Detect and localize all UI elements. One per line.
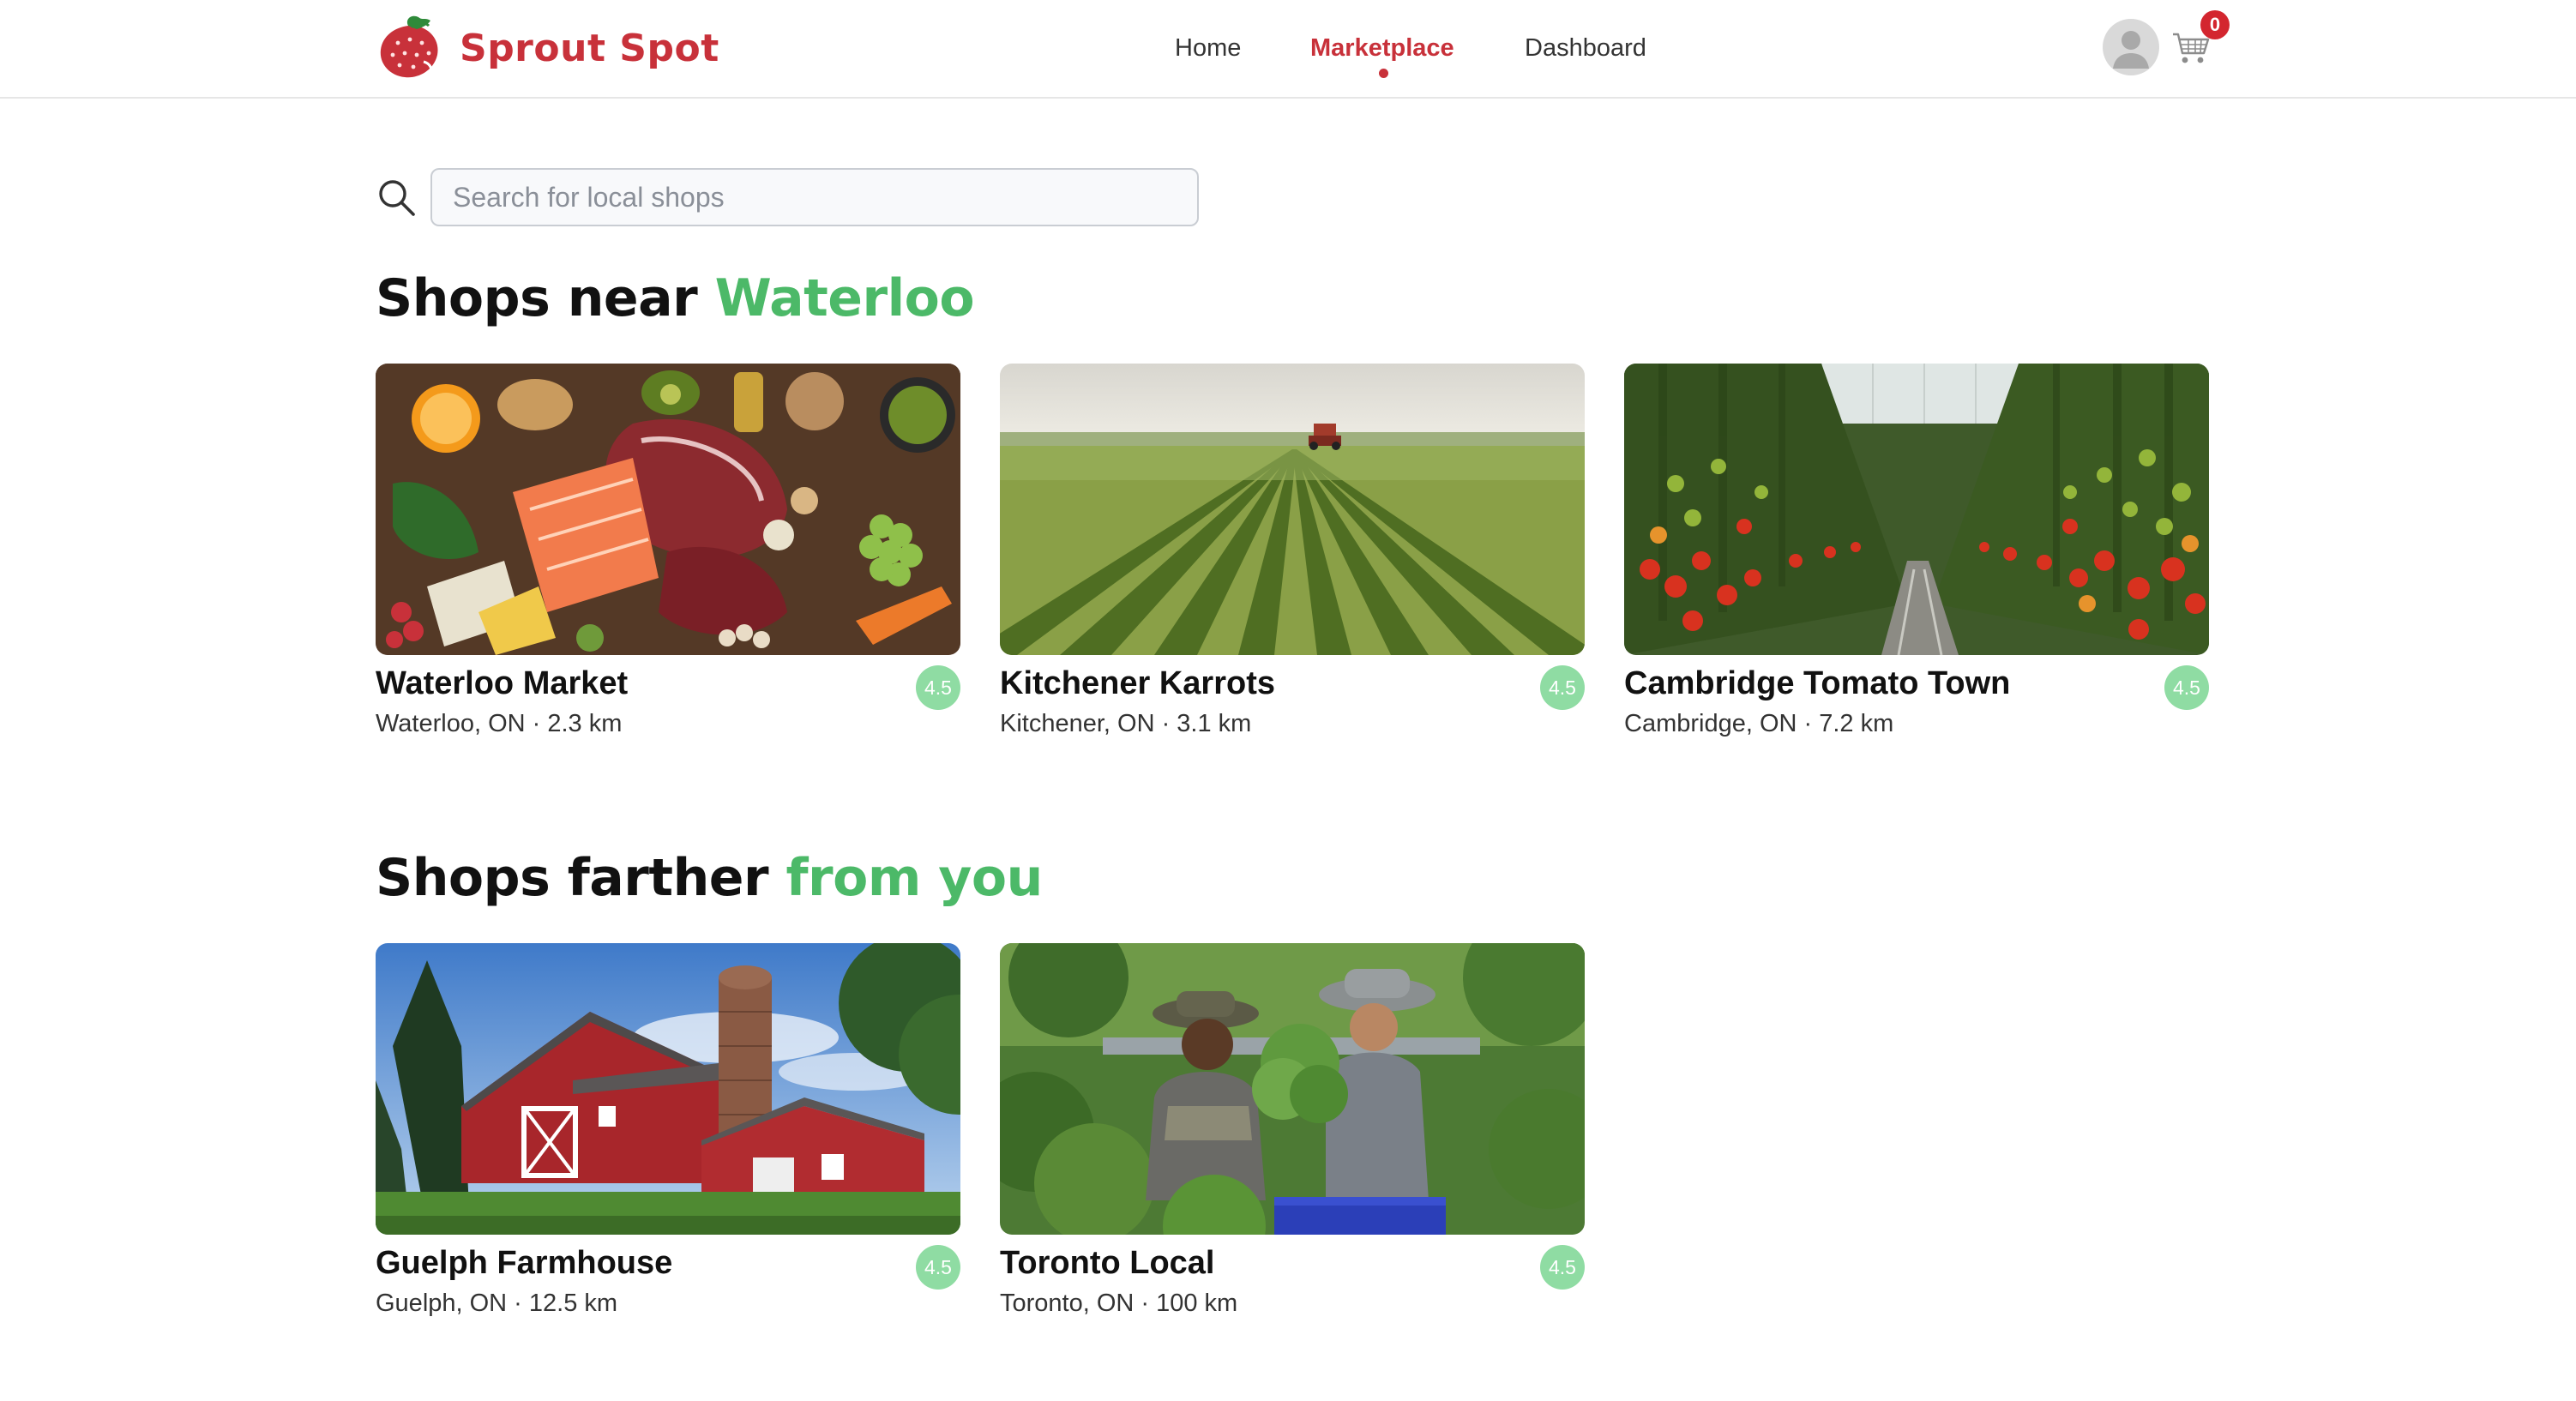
nav-dashboard[interactable]: Dashboard <box>1525 31 1646 65</box>
shop-location: Kitchener, ON · 3.1 km <box>1000 710 1252 737</box>
shop-name: Toronto Local <box>1000 1245 1215 1281</box>
nav-marketplace[interactable]: Marketplace <box>1310 31 1454 65</box>
cart-count-badge: 0 <box>2200 10 2230 39</box>
section-title-near: Shops near Waterloo <box>376 264 975 333</box>
section-title-prefix: Shops farther <box>376 848 769 908</box>
rating-badge: 4.5 <box>1540 1245 1585 1290</box>
shop-image-gardeners-harvest <box>1000 943 1585 1235</box>
rating-badge: 4.5 <box>1540 665 1585 710</box>
search-input[interactable] <box>430 168 1199 226</box>
shop-name: Cambridge Tomato Town <box>1624 665 2011 701</box>
section-title-highlight: from you <box>785 848 1043 908</box>
shop-image-tomato-greenhouse <box>1624 364 2209 655</box>
shop-image-crop-field-tractor <box>1000 364 1585 655</box>
shop-image-grocery-spread <box>376 364 960 655</box>
shop-card[interactable]: Guelph Farmhouse Guelph, ON · 12.5 km 4.… <box>376 943 960 1355</box>
shop-card[interactable]: Waterloo Market Waterloo, ON · 2.3 km 4.… <box>376 364 960 775</box>
shop-location: Guelph, ON · 12.5 km <box>376 1290 618 1317</box>
shop-card[interactable]: Kitchener Karrots Kitchener, ON · 3.1 km… <box>1000 364 1585 775</box>
nav-home[interactable]: Home <box>1175 31 1241 65</box>
shop-card[interactable]: Cambridge Tomato Town Cambridge, ON · 7.… <box>1624 364 2209 775</box>
shop-name: Guelph Farmhouse <box>376 1245 673 1281</box>
search-icon[interactable] <box>376 177 417 218</box>
top-navbar: Sprout Spot Home Marketplace Dashboard 0 <box>0 0 2576 99</box>
rating-badge: 4.5 <box>916 1245 960 1290</box>
shop-image-red-barn-silo <box>376 943 960 1235</box>
shop-name: Waterloo Market <box>376 665 629 701</box>
rating-badge: 4.5 <box>2164 665 2209 710</box>
section-title-far: Shops farther from you <box>376 844 1043 912</box>
shop-name: Kitchener Karrots <box>1000 665 1275 701</box>
rating-badge: 4.5 <box>916 665 960 710</box>
shop-location: Waterloo, ON · 2.3 km <box>376 710 623 737</box>
user-avatar-icon[interactable] <box>2103 19 2159 75</box>
shop-location: Cambridge, ON · 7.2 km <box>1624 710 1894 737</box>
section-title-location: Waterloo <box>714 268 975 328</box>
shop-card[interactable]: Toronto Local Toronto, ON · 100 km 4.5 <box>1000 943 1585 1355</box>
section-title-prefix: Shops near <box>376 268 698 328</box>
shop-location: Toronto, ON · 100 km <box>1000 1290 1238 1317</box>
active-nav-indicator <box>1379 69 1388 78</box>
